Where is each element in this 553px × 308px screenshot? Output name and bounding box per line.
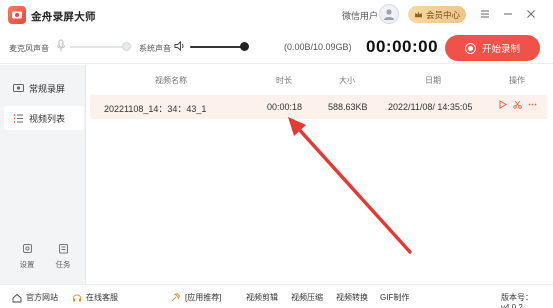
storage-usage: (0.00B/10.09GB): [284, 42, 352, 52]
video-date: 2022/11/08/ 14:35:05: [388, 102, 473, 112]
sidebar: 常规录屏 视频列表 设置 任务: [0, 65, 86, 284]
version-label: 版本号：v4.0.2: [501, 293, 533, 308]
online-support-label: 在线客服: [86, 293, 118, 302]
home-icon: [12, 293, 22, 302]
tasks-label: 任务: [55, 260, 71, 269]
column-header-date: 日期: [425, 76, 441, 85]
more-icon[interactable]: [528, 100, 537, 109]
row-actions: [498, 100, 537, 109]
system-volume-slider[interactable]: [190, 46, 242, 48]
settings-label: 设置: [19, 260, 35, 269]
member-center-label: 会员中心: [425, 9, 460, 20]
video-size: 588.63KB: [328, 102, 368, 112]
menu-icon: [481, 10, 489, 18]
list-icon: [12, 113, 24, 124]
wechat-user-label[interactable]: 微信用户: [342, 9, 378, 22]
scissors-icon[interactable]: [513, 100, 522, 109]
app-logo-icon: [8, 6, 26, 24]
video-compress-link[interactable]: 视频压缩: [291, 292, 323, 303]
app-recommend-link[interactable]: [应用推荐]: [170, 292, 221, 303]
audio-toolbar: 麦克风声音 系统声音 (0.00B/10.09GB) 00:00:00 开始录制: [0, 30, 553, 64]
crown-icon: [414, 11, 423, 18]
hammer-icon: [171, 292, 181, 302]
table-row[interactable]: 20221108_14：34：43_1 00:00:18 588.63KB 20…: [90, 95, 547, 119]
column-header-name: 视频名称: [155, 76, 187, 85]
minimize-button[interactable]: [501, 7, 515, 21]
mic-volume-knob[interactable]: [122, 42, 131, 51]
bottom-bar: 官方网站 在线客服 [应用推荐] 视频剪辑 视频压缩 视频转换 GIF制作 版本…: [0, 284, 553, 308]
member-center-button[interactable]: 会员中心: [408, 6, 466, 23]
avatar[interactable]: [379, 4, 399, 24]
online-support-link[interactable]: 在线客服: [72, 292, 118, 303]
screen-record-icon: [12, 83, 24, 94]
mic-volume-slider[interactable]: [70, 46, 126, 48]
sidebar-item-video-list[interactable]: 视频列表: [4, 106, 84, 130]
app-title: 金舟录屏大师: [31, 11, 96, 23]
column-header-actions: 操作: [509, 76, 525, 85]
column-header-duration: 时长: [276, 76, 292, 85]
mic-volume-label: 麦克风声音: [9, 44, 49, 53]
sidebar-item-label: 常规录屏: [29, 83, 66, 94]
video-edit-link[interactable]: 视频剪辑: [246, 292, 278, 303]
tasks-button[interactable]: 任务: [48, 243, 78, 270]
system-volume-label: 系统声音: [139, 44, 171, 53]
video-name: 20221108_14：34：43_1: [104, 104, 207, 114]
task-icon: [58, 244, 68, 254]
speaker-icon[interactable]: [174, 40, 186, 52]
gif-maker-link[interactable]: GIF制作: [380, 292, 409, 303]
video-table-header: 视频名称 时长 大小 日期 操作: [88, 70, 553, 90]
menu-button[interactable]: [478, 7, 492, 21]
system-volume-knob[interactable]: [240, 42, 249, 51]
play-icon[interactable]: [498, 100, 507, 109]
official-website-link[interactable]: 官方网站: [12, 292, 58, 303]
close-icon: [527, 10, 535, 18]
start-recording-button[interactable]: 开始录制: [445, 35, 540, 61]
title-bar: 金舟录屏大师 微信用户 会员中心: [0, 0, 553, 30]
close-button[interactable]: [524, 7, 538, 21]
settings-icon: [22, 244, 32, 253]
minimize-icon: [504, 13, 512, 15]
sidebar-item-label: 视频列表: [29, 113, 66, 124]
app-recommend-label: [应用推荐]: [185, 293, 222, 302]
column-header-size: 大小: [339, 76, 355, 85]
video-duration: 00:00:18: [267, 102, 303, 112]
sidebar-item-normal-record[interactable]: 常规录屏: [4, 76, 84, 100]
record-icon: [464, 42, 476, 54]
video-convert-link[interactable]: 视频转换: [336, 292, 368, 303]
start-recording-label: 开始录制: [481, 44, 520, 55]
user-icon: [384, 9, 394, 20]
record-timer: 00:00:00: [366, 37, 439, 56]
microphone-icon[interactable]: [56, 39, 66, 53]
official-website-label: 官方网站: [26, 293, 58, 302]
settings-button[interactable]: 设置: [12, 243, 42, 270]
headset-icon: [73, 294, 81, 301]
